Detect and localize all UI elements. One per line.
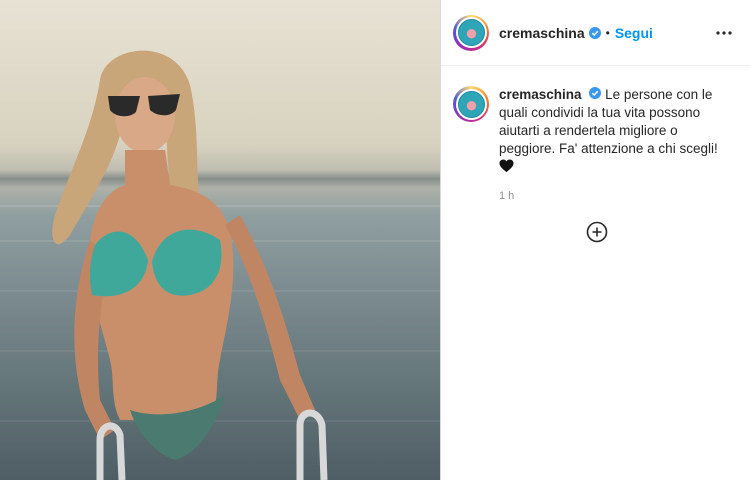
more-options-icon[interactable] <box>712 21 736 45</box>
post-photo[interactable] <box>0 0 440 480</box>
avatar-image <box>457 90 485 118</box>
plus-circle-icon[interactable] <box>586 221 608 243</box>
avatar-inner <box>455 88 487 120</box>
caption-username[interactable]: cremaschina <box>499 87 582 102</box>
instagram-post: cremaschina • Segui cremaschina Le perso… <box>0 0 750 480</box>
more-dots-icon <box>716 30 732 35</box>
post-side-panel: cremaschina • Segui cremaschina Le perso… <box>440 0 750 480</box>
photo-subject <box>52 50 328 480</box>
black-heart-emoji <box>499 159 514 173</box>
caption-text: cremaschina Le persone con le quali cond… <box>499 86 729 176</box>
header-separator: • <box>605 25 610 40</box>
verified-badge-icon <box>588 26 601 39</box>
avatar-image <box>457 19 485 46</box>
post-header: cremaschina • Segui <box>441 0 750 66</box>
avatar[interactable] <box>453 14 489 51</box>
caption: cremaschina Le persone con le quali cond… <box>441 66 750 202</box>
caption-body: cremaschina Le persone con le quali cond… <box>499 86 729 202</box>
avatar-inner <box>455 17 487 48</box>
plus-circle-glyph <box>586 221 608 243</box>
verified-badge-icon <box>589 87 602 99</box>
header-username[interactable]: cremaschina <box>499 25 585 41</box>
caption-avatar[interactable] <box>453 86 489 122</box>
post-timestamp[interactable]: 1 h <box>499 190 729 202</box>
follow-button[interactable]: Segui <box>615 25 653 41</box>
